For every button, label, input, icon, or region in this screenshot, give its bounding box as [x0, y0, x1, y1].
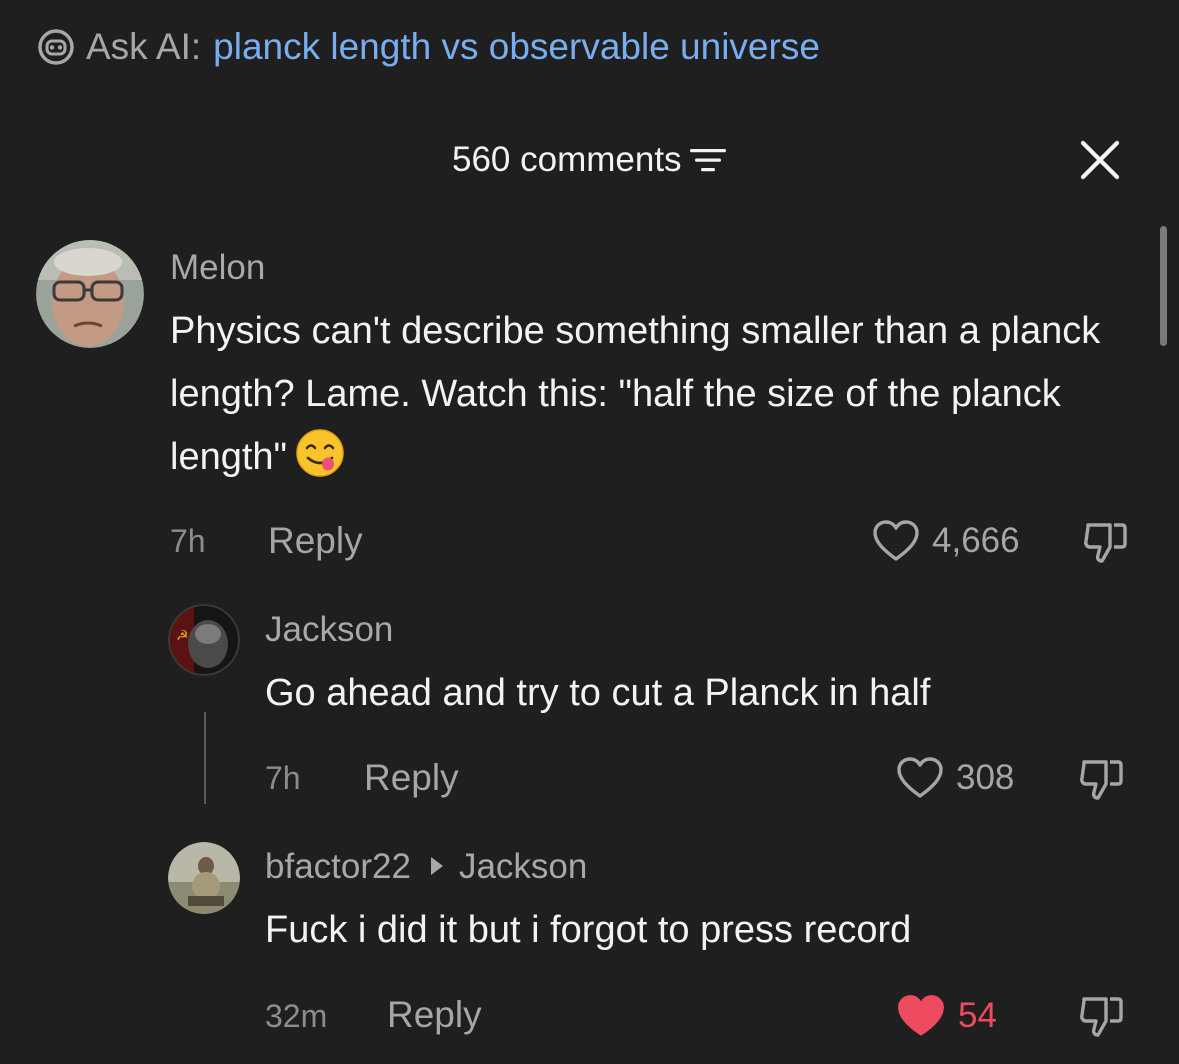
ask-ai-label: Ask AI:	[86, 26, 202, 67]
reply-button[interactable]: Reply	[268, 520, 363, 562]
comment-count-sort-button[interactable]: 560 comments	[452, 134, 728, 186]
reply-button[interactable]: Reply	[387, 994, 482, 1036]
like-button[interactable]: 308	[896, 756, 1014, 800]
face-savoring-food-emoji-icon	[296, 429, 344, 477]
comments-sheet: Ask AI: planck length vs observable univ…	[0, 0, 1179, 1064]
like-button[interactable]: 4,666	[872, 519, 1020, 563]
ask-ai-query-link[interactable]: planck length vs observable universe	[213, 26, 820, 68]
thread-line	[204, 712, 206, 804]
heart-filled-icon	[898, 995, 944, 1036]
comment-timestamp: 7h	[265, 760, 301, 796]
comments-header: 560 comments	[0, 134, 1179, 186]
comment-text: Fuck i did it but i forgot to press reco…	[265, 909, 912, 951]
comment-text: Go ahead and try to cut a Planck in half	[265, 672, 931, 714]
like-count: 308	[956, 758, 1015, 797]
comment-username[interactable]: Jackson	[265, 610, 393, 650]
filter-lines-icon	[689, 149, 726, 172]
heart-outline-icon	[873, 520, 919, 561]
reply-button[interactable]: Reply	[364, 757, 459, 799]
comment-timestamp: 32m	[265, 998, 328, 1034]
comment-username-line: bfactor22 Jackson	[265, 847, 587, 887]
scrollbar[interactable]	[1160, 226, 1167, 346]
avatar[interactable]	[36, 240, 144, 348]
close-icon[interactable]	[1078, 138, 1122, 182]
heart-outline-icon	[897, 757, 943, 798]
avatar[interactable]	[168, 842, 240, 914]
like-count: 54	[958, 996, 997, 1035]
ask-ai-bar[interactable]: Ask AI: planck length vs observable univ…	[36, 24, 820, 70]
comment-username[interactable]: bfactor22	[265, 847, 411, 886]
comment-username[interactable]: Melon	[170, 248, 265, 288]
thumbs-down-icon[interactable]	[1078, 993, 1124, 1039]
thumbs-down-icon[interactable]	[1078, 756, 1124, 802]
like-count: 4,666	[932, 521, 1020, 560]
reply-to-username[interactable]: Jackson	[459, 847, 587, 886]
comment-timestamp: 7h	[170, 523, 206, 559]
avatar[interactable]: ☭	[168, 604, 240, 676]
svg-text:☭: ☭	[176, 628, 189, 644]
comment-count: 560 comments	[452, 140, 682, 179]
comment-text: Physics can't describe something smaller…	[170, 300, 1145, 489]
robot-face-icon	[38, 29, 74, 65]
thumbs-down-icon[interactable]	[1082, 519, 1128, 565]
like-button[interactable]: 54	[896, 993, 997, 1039]
reply-to-arrow-icon	[430, 857, 443, 875]
